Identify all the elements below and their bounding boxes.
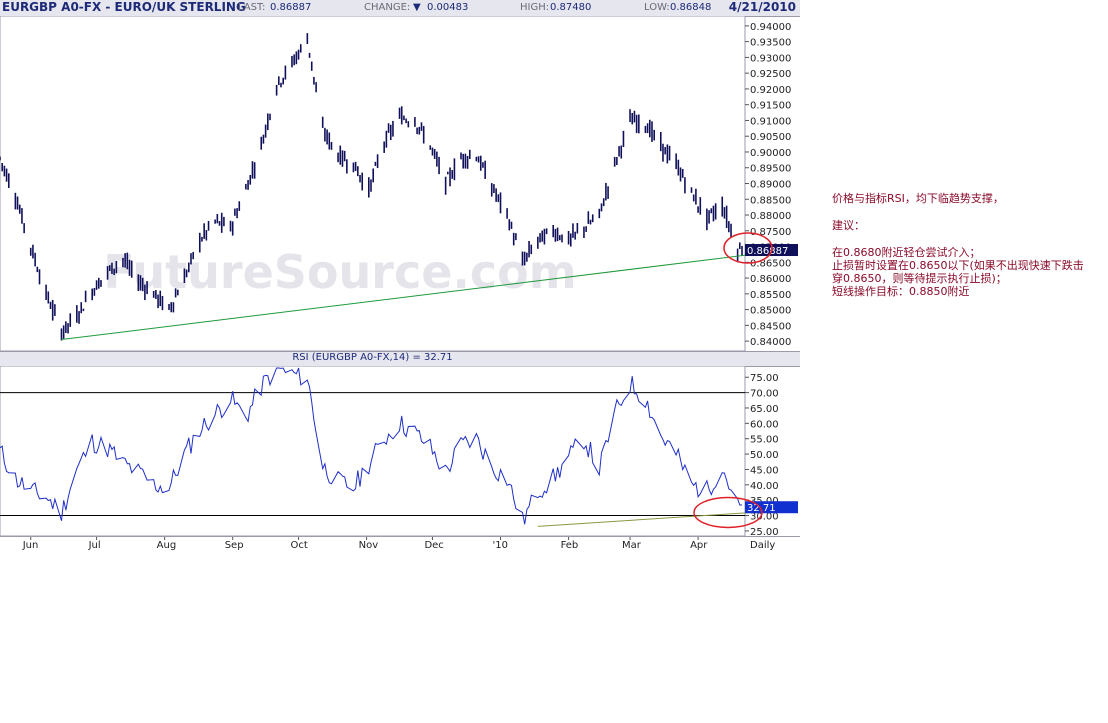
- quote-header: EURGBP A0-FX - EURO/UK STERLING LAST: 0.…: [0, 0, 800, 17]
- price-tick-label: 0.88000: [750, 211, 791, 222]
- rsi-plot-area: [0, 366, 746, 536]
- note-line-4: 止损暂时设置在0.8650以下(如果不出现快速下跌击穿0.8650，则等待提示执…: [832, 259, 1084, 285]
- rsi-title-bar: RSI (EURGBP A0-FX,14) = 32.71: [0, 351, 800, 367]
- price-tick-label: 0.84000: [750, 337, 791, 348]
- note-line-2: 建议：: [832, 219, 865, 232]
- change-value: 0.00483: [427, 2, 469, 13]
- month-tick-label: Oct: [291, 540, 308, 551]
- change-label: CHANGE:: [364, 2, 411, 13]
- month-axis: Jun Jul Aug Sep Oct Nov Dec '10 Feb Mar Apr Daily: [0, 536, 800, 551]
- rsi-tick-label: 50.00: [750, 450, 779, 461]
- rsi-tick-label: 75.00: [750, 373, 779, 384]
- price-tick-label: 0.85500: [750, 290, 791, 301]
- price-tick-label: 0.86000: [750, 274, 791, 285]
- quote-date: 4/21/2010: [728, 0, 796, 14]
- price-chart: FutureSource.com 0.94000 0.93500 0.93000 0.9…: [0, 16, 798, 351]
- high-label: HIGH:: [520, 2, 550, 13]
- rsi-tick-label: 65.00: [750, 404, 779, 415]
- price-tick-label: 0.91500: [750, 101, 791, 112]
- month-tick-label: Dec: [424, 540, 443, 551]
- price-tick-label: 0.94000: [750, 22, 791, 33]
- rsi-tick-label: 55.00: [750, 435, 779, 446]
- chart-frame: EURGBP A0-FX - EURO/UK STERLING LAST: 0.…: [0, 0, 800, 551]
- month-tick-label: Nov: [359, 540, 379, 551]
- last-label: LAST:: [238, 2, 266, 13]
- price-last-label: 0.86887: [747, 246, 788, 257]
- price-tick-label: 0.91000: [750, 116, 791, 127]
- rsi-tick-label: 25.00: [750, 527, 779, 536]
- month-tick-label: Jun: [22, 540, 39, 551]
- period-label: Daily: [750, 540, 775, 551]
- low-value: 0.86848: [670, 2, 712, 13]
- price-tick-label: 0.90500: [750, 132, 791, 143]
- note-line-3: 在0.8680附近轻仓尝试介入；: [832, 246, 981, 259]
- rsi-tick-label: 45.00: [750, 465, 779, 476]
- last-value: 0.86887: [270, 2, 312, 13]
- rsi-tick-label: 40.00: [750, 481, 779, 492]
- rsi-chart: 75.00 70.00 65.00 60.00 55.00 50.00 45.00 40.00…: [0, 366, 798, 536]
- month-tick-label: '10: [493, 540, 508, 551]
- month-tick-label: Apr: [690, 540, 708, 551]
- price-tick-label: 0.89500: [750, 164, 791, 175]
- high-value: 0.87480: [550, 2, 592, 13]
- note-line-1: 价格与指标RSI，均下临趋势支撑，: [832, 192, 1004, 205]
- rsi-title: RSI (EURGBP A0-FX,14) = 32.71: [292, 352, 453, 363]
- price-tick-label: 0.93000: [750, 53, 791, 64]
- rsi-tick-label: 60.00: [750, 419, 779, 430]
- symbol-title: EURGBP A0-FX - EURO/UK STERLING: [2, 0, 246, 14]
- note-line-5: 短线操作目标：0.8850附近: [832, 285, 970, 298]
- month-tick-label: Aug: [157, 540, 177, 551]
- low-label: LOW:: [644, 2, 670, 13]
- month-tick-label: Jul: [88, 540, 101, 551]
- price-tick-label: 0.90000: [750, 148, 791, 159]
- analysis-note: 价格与指标RSI，均下临趋势支撑， 建议： 在0.8680附近轻仓尝试介入； 止…: [832, 192, 1092, 298]
- month-tick-label: Mar: [622, 540, 642, 551]
- price-tick-label: 0.85000: [750, 306, 791, 317]
- month-tick-label: Sep: [225, 540, 244, 551]
- price-tick-label: 0.87500: [750, 227, 791, 238]
- change-down-icon: ▼: [413, 2, 421, 13]
- price-tick-label: 0.92000: [750, 85, 791, 96]
- price-tick-label: 0.92500: [750, 69, 791, 80]
- price-tick-label: 0.86500: [750, 258, 791, 269]
- price-tick-label: 0.89000: [750, 180, 791, 191]
- price-tick-label: 0.88500: [750, 195, 791, 206]
- rsi-tick-label: 70.00: [750, 389, 779, 400]
- price-tick-label: 0.84500: [750, 321, 791, 332]
- price-tick-label: 0.93500: [750, 38, 791, 49]
- month-tick-label: Feb: [561, 540, 579, 551]
- watermark: FutureSource.com: [103, 245, 576, 299]
